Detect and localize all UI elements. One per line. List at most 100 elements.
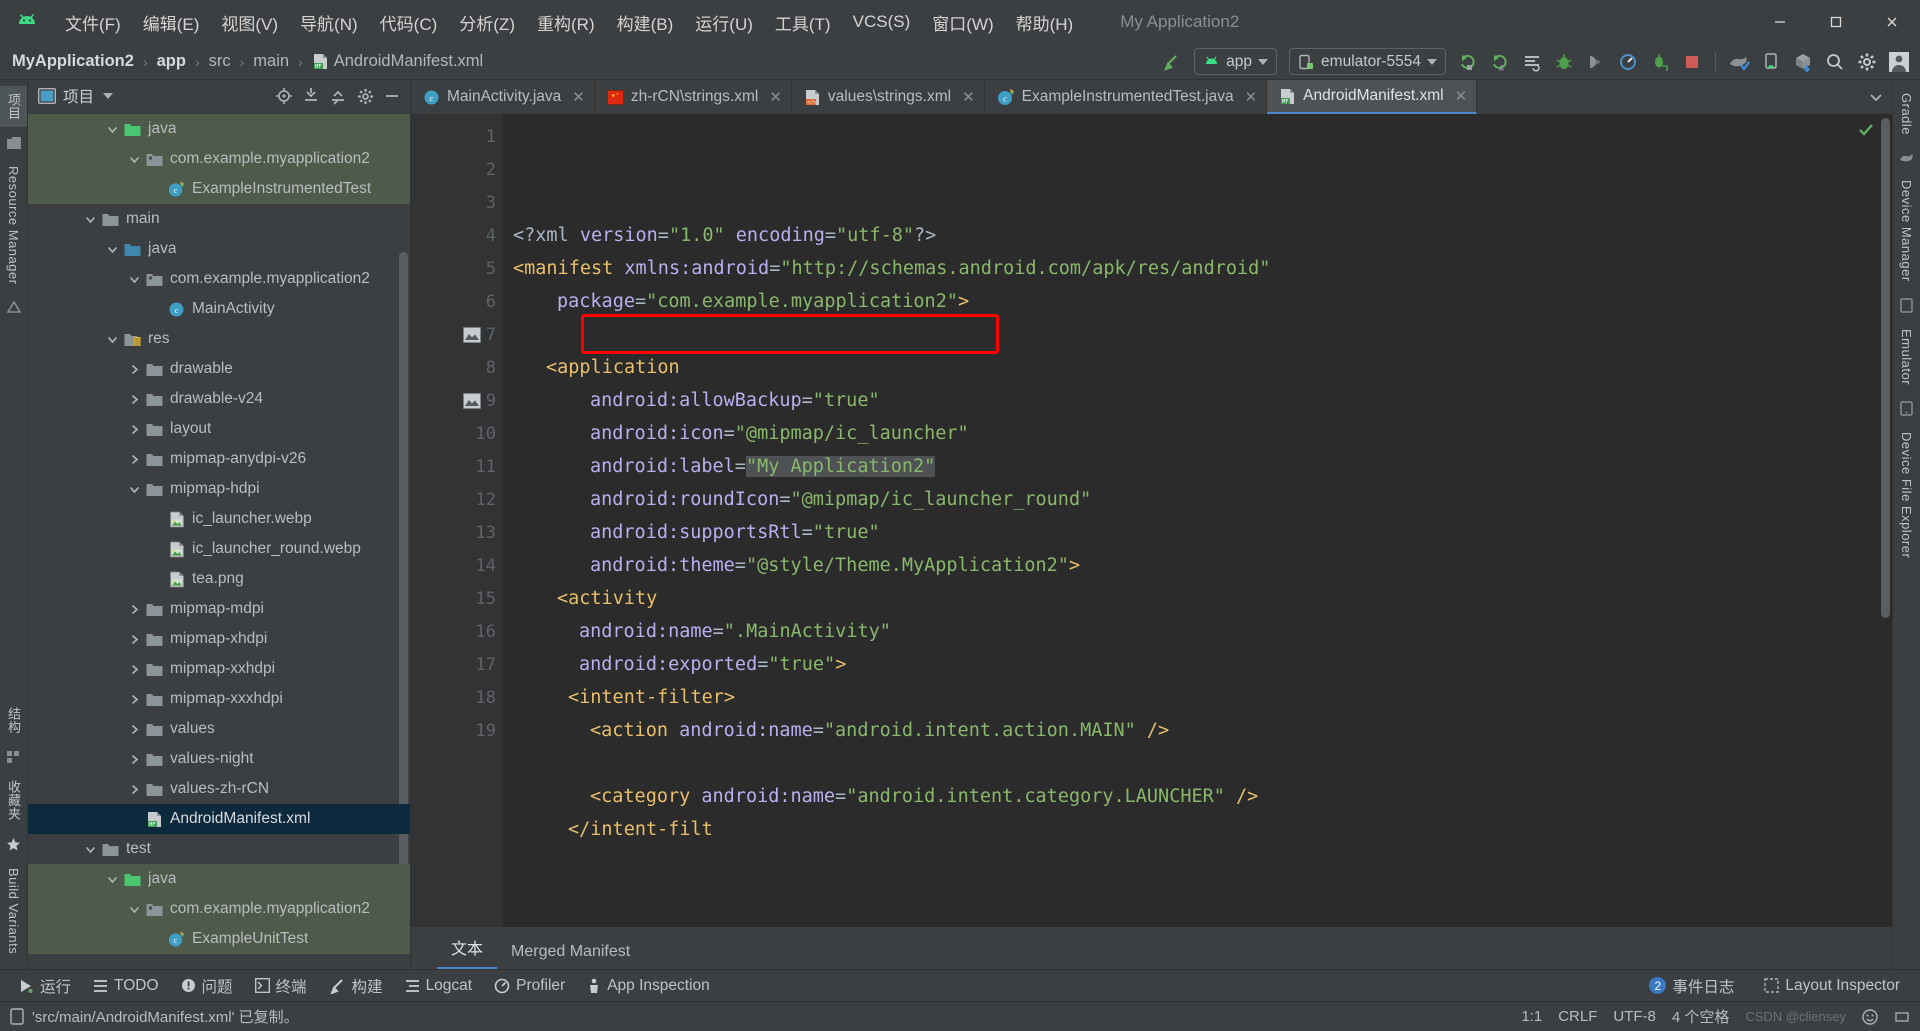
device-selector[interactable]: emulator-5554 [1289, 48, 1446, 75]
menu-navigate[interactable]: 导航(N) [289, 6, 369, 39]
run-icon[interactable] [1453, 47, 1483, 77]
image-preview-gutter-icon[interactable] [463, 326, 481, 343]
hide-panel-icon[interactable] [380, 84, 404, 108]
close-icon[interactable]: ✕ [572, 88, 585, 106]
debug-attach-process-icon[interactable] [1645, 47, 1675, 77]
editor-tab[interactable]: c ExampleInstrumentedTest.java ✕ [985, 80, 1268, 114]
tree-node[interactable]: tea.png [28, 564, 410, 594]
tree-expand-arrow[interactable] [82, 211, 99, 228]
notifications-icon[interactable] [1862, 1008, 1878, 1025]
toolwindow-problems[interactable]: 问题 [171, 972, 243, 1000]
layout-inspector-button[interactable]: Layout Inspector [1754, 974, 1910, 998]
editor-tab[interactable]: MF AndroidManifest.xml ✕ [1267, 80, 1478, 114]
select-opened-file-icon[interactable] [272, 84, 296, 108]
event-log-button[interactable]: 2 事件日志 [1639, 972, 1744, 1000]
gutter-line[interactable]: 7 [411, 318, 503, 351]
tree-expand-arrow[interactable] [126, 421, 143, 438]
line-separator[interactable]: CRLF [1558, 1008, 1597, 1025]
gutter-line[interactable]: 11 [411, 450, 503, 483]
tree-expand-arrow[interactable] [126, 391, 143, 408]
close-icon[interactable]: ✕ [1245, 88, 1258, 106]
tree-node[interactable]: drawable [28, 354, 410, 384]
editor-gutter[interactable]: 1 2 3 4 5 6 7 8 9 10 11 12 13 14 15 16 17 18 19 [411, 114, 515, 927]
menu-analyze[interactable]: 分析(Z) [448, 6, 526, 39]
tool-window-gradle[interactable]: Gradle [1895, 86, 1918, 142]
tree-expand-arrow[interactable] [104, 871, 121, 888]
tree-node[interactable]: drawable-v24 [28, 384, 410, 414]
tree-node[interactable]: values [28, 714, 410, 744]
editor-bottom-tab[interactable]: Merged Manifest [497, 943, 644, 969]
tool-window-favorites[interactable]: 收藏夹 [0, 773, 27, 828]
gutter-line[interactable]: 8 [411, 351, 503, 384]
gutter-line[interactable]: 12 [411, 483, 515, 516]
code-line[interactable]: android:label="My Application2" [503, 450, 1879, 483]
avd-manager-icon[interactable] [1756, 47, 1786, 77]
gutter-line[interactable]: 10 [411, 417, 503, 450]
tree-expand-arrow[interactable] [148, 571, 165, 588]
gutter-line[interactable]: 13 [411, 516, 503, 549]
breadcrumb-item-4[interactable]: MF AndroidManifest.xml [312, 52, 483, 71]
collapse-all-icon[interactable] [326, 84, 350, 108]
toolwindow-todo[interactable]: TODO [83, 974, 169, 998]
editor-bottom-tab[interactable]: 文本 [437, 935, 498, 969]
account-icon[interactable] [1884, 47, 1914, 77]
file-encoding[interactable]: UTF-8 [1613, 1008, 1656, 1025]
tree-node[interactable]: mipmap-xxxhdpi [28, 684, 410, 714]
tree-expand-arrow[interactable] [126, 661, 143, 678]
breadcrumb-item-2[interactable]: src [209, 52, 231, 71]
editor-tab[interactable]: c MainActivity.java ✕ [411, 80, 595, 114]
attach-debugger-icon[interactable] [1581, 47, 1611, 77]
code-line[interactable]: android:roundIcon="@mipmap/ic_launcher_r… [503, 483, 1879, 516]
maximize-button[interactable] [1808, 0, 1864, 44]
tree-node[interactable]: ic_launcher_round.webp [28, 534, 410, 564]
code-line[interactable]: android:theme="@style/Theme.MyApplicatio… [503, 549, 1879, 582]
chevron-down-icon[interactable] [103, 93, 114, 99]
tree-expand-arrow[interactable] [126, 901, 143, 918]
tree-node[interactable]: mipmap-xhdpi [28, 624, 410, 654]
inspection-ok-icon[interactable] [1858, 122, 1874, 138]
tree-expand-arrow[interactable] [126, 781, 143, 798]
code-line[interactable]: <manifest xmlns:android="http://schemas.… [503, 252, 1879, 285]
tree-expand-arrow[interactable] [126, 751, 143, 768]
toolwindow-build[interactable]: 构建 [319, 972, 393, 1000]
gradle-sync-icon[interactable] [1724, 47, 1754, 77]
tree-node[interactable]: c ExampleInstrumentedTest [28, 174, 410, 204]
close-button[interactable] [1864, 0, 1920, 44]
tree-node[interactable]: c ExampleUnitTest [28, 924, 410, 954]
gutter-line[interactable]: 6 [411, 285, 503, 318]
stop-icon[interactable] [1677, 47, 1707, 77]
editor-tab[interactable]: </> values\strings.xml ✕ [792, 80, 985, 114]
menu-refactor[interactable]: 重构(R) [526, 6, 606, 39]
tree-node[interactable]: c MainActivity [28, 294, 410, 324]
tree-expand-arrow[interactable] [126, 451, 143, 468]
tree-expand-arrow[interactable] [126, 721, 143, 738]
sdk-manager-icon[interactable] [1788, 47, 1818, 77]
code-line[interactable] [503, 747, 1879, 780]
gutter-line[interactable]: 2 [411, 153, 515, 186]
gutter-line[interactable]: 14 [411, 549, 503, 582]
breadcrumb-item-0[interactable]: MyApplication2 [12, 52, 134, 71]
tree-expand-arrow[interactable] [82, 841, 99, 858]
toolwindow-run[interactable]: 运行 [8, 972, 81, 1000]
tree-expand-arrow[interactable] [126, 361, 143, 378]
code-line[interactable]: android:icon="@mipmap/ic_launcher" [503, 417, 1879, 450]
indent-setting[interactable]: 4 个空格 [1672, 1006, 1730, 1027]
menu-help[interactable]: 帮助(H) [1005, 6, 1085, 39]
close-icon[interactable]: ✕ [1455, 87, 1468, 105]
menu-file[interactable]: 文件(F) [54, 6, 132, 39]
tree-node[interactable]: MF AndroidManifest.xml [28, 804, 410, 834]
code-line[interactable]: android:allowBackup="true" [503, 384, 1879, 417]
tree-expand-arrow[interactable] [148, 301, 165, 318]
tree-expand-arrow[interactable] [104, 241, 121, 258]
tool-window-emulator[interactable]: Emulator [1895, 322, 1918, 392]
tree-node[interactable]: res [28, 324, 410, 354]
tree-expand-arrow[interactable] [126, 151, 143, 168]
tree-expand-arrow[interactable] [104, 121, 121, 138]
code-line[interactable]: <activity [503, 582, 1879, 615]
tree-node[interactable]: java [28, 234, 410, 264]
gutter-line[interactable]: 1 [411, 120, 503, 153]
tree-expand-arrow[interactable] [126, 691, 143, 708]
toolwindow-terminal[interactable]: 终端 [245, 972, 317, 1000]
code-line[interactable]: <intent-filter> [503, 681, 1879, 714]
menu-code[interactable]: 代码(C) [369, 6, 449, 39]
